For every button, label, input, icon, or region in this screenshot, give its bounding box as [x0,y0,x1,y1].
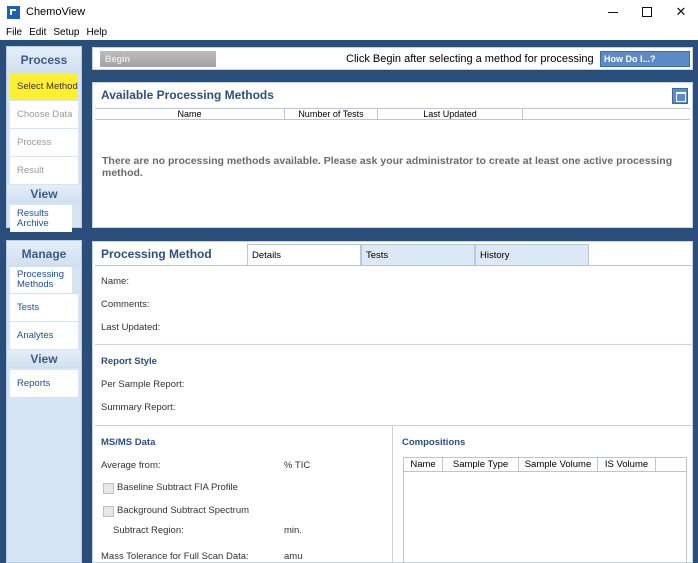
sidebar-item-analytes[interactable]: Analytes [10,322,78,349]
manage-header: Manage [7,241,81,267]
per-sample-report-label: Per Sample Report: [101,379,185,390]
close-button[interactable]: ✕ [664,0,698,24]
available-methods-panel: Available Processing Methods Name Number… [92,82,693,228]
menu-file[interactable]: File [6,27,22,38]
methods-table-header: Name Number of Tests Last Updated [95,108,690,120]
window-controls: ✕ [596,0,698,24]
last-updated-label: Last Updated: [101,322,161,333]
column-number-of-tests[interactable]: Number of Tests [285,109,378,119]
sidebar-item-process[interactable]: Process [10,129,78,156]
process-sidebar: Process Select Method Choose Data Proces… [6,46,82,232]
divider [95,425,692,426]
app-icon [7,5,20,19]
baseline-subtract-label: Baseline Subtract FIA Profile [117,482,238,493]
compositions-title: Compositions [402,437,466,448]
view-header: View [7,185,81,203]
begin-button[interactable]: Begin [100,51,216,67]
vertical-divider [392,425,393,563]
process-header: Process [7,47,81,73]
comments-label: Comments: [101,299,150,310]
menu-setup[interactable]: Setup [53,27,79,38]
sidebar-item-results-archive[interactable]: Results Archive [10,205,72,232]
subtract-region-unit: min. [284,525,302,536]
manage-view-header: View [7,350,81,368]
sidebar-item-select-method[interactable]: Select Method [10,73,78,100]
tab-details[interactable]: Details [247,244,361,266]
maximize-icon [642,7,652,17]
processing-panel-title: Processing Method [101,247,212,261]
divider [95,344,692,345]
expand-panel-icon[interactable] [672,88,688,104]
average-from-label: Average from: [101,460,161,471]
background-subtract-checkbox[interactable] [103,506,114,517]
background-subtract-label: Background Subtract Spectrum [117,505,250,516]
column-extra [523,109,690,119]
column-last-updated[interactable]: Last Updated [378,109,523,119]
menu-bar: File Edit Setup Help [0,24,698,40]
results-archive-label: Results Archive [17,207,49,229]
sidebar-item-tests[interactable]: Tests [10,294,78,321]
processing-tabs: Details Tests History [247,244,589,266]
name-label: Name: [101,276,129,287]
comp-column-sample-type[interactable]: Sample Type [443,458,519,471]
baseline-subtract-checkbox[interactable] [103,483,114,494]
mass-tolerance-unit: amu [284,551,303,562]
methods-panel-title: Available Processing Methods [101,88,274,102]
tab-history[interactable]: History [475,244,589,265]
tab-tests[interactable]: Tests [361,244,475,265]
menu-help[interactable]: Help [87,27,108,38]
begin-bar: Begin Click Begin after selecting a meth… [92,47,693,70]
menu-edit[interactable]: Edit [29,27,46,38]
processing-method-panel: Processing Method Details Tests History … [92,241,693,563]
comp-column-is-volume[interactable]: IS Volume [598,458,656,471]
report-style-title: Report Style [101,356,157,367]
close-icon: ✕ [675,4,687,19]
column-name[interactable]: Name [95,109,285,119]
sidebar-item-reports[interactable]: Reports [10,370,78,397]
comp-column-name[interactable]: Name [404,458,443,471]
tab-divider [95,265,692,266]
sidebar-item-choose-data[interactable]: Choose Data [10,101,78,128]
window-title: ChemoView [26,6,86,18]
begin-message: Click Begin after selecting a method for… [346,53,594,65]
manage-sidebar: Manage Processing Methods Tests Analytes… [6,240,82,563]
mass-tolerance-label: Mass Tolerance for Full Scan Data: [101,551,249,562]
compositions-table-header: Name Sample Type Sample Volume IS Volume [404,458,686,472]
maximize-button[interactable] [630,0,664,24]
minimize-button[interactable] [596,0,630,24]
no-methods-message: There are no processing methods availabl… [102,155,673,179]
compositions-table: Name Sample Type Sample Volume IS Volume [403,457,687,563]
sidebar-item-result[interactable]: Result [10,157,78,184]
how-do-i-button[interactable]: How Do I...? [600,51,690,67]
title-bar: ChemoView ✕ [0,0,698,24]
processing-methods-label: Processing Methods [17,269,64,290]
subtract-region-label: Subtract Region: [113,525,184,536]
msms-data-title: MS/MS Data [101,437,156,448]
minimize-icon [608,11,618,13]
summary-report-label: Summary Report: [101,402,176,413]
average-from-unit: % TIC [284,460,311,471]
sidebar-item-processing-methods[interactable]: Processing Methods [10,267,72,293]
comp-column-sample-volume[interactable]: Sample Volume [519,458,598,471]
